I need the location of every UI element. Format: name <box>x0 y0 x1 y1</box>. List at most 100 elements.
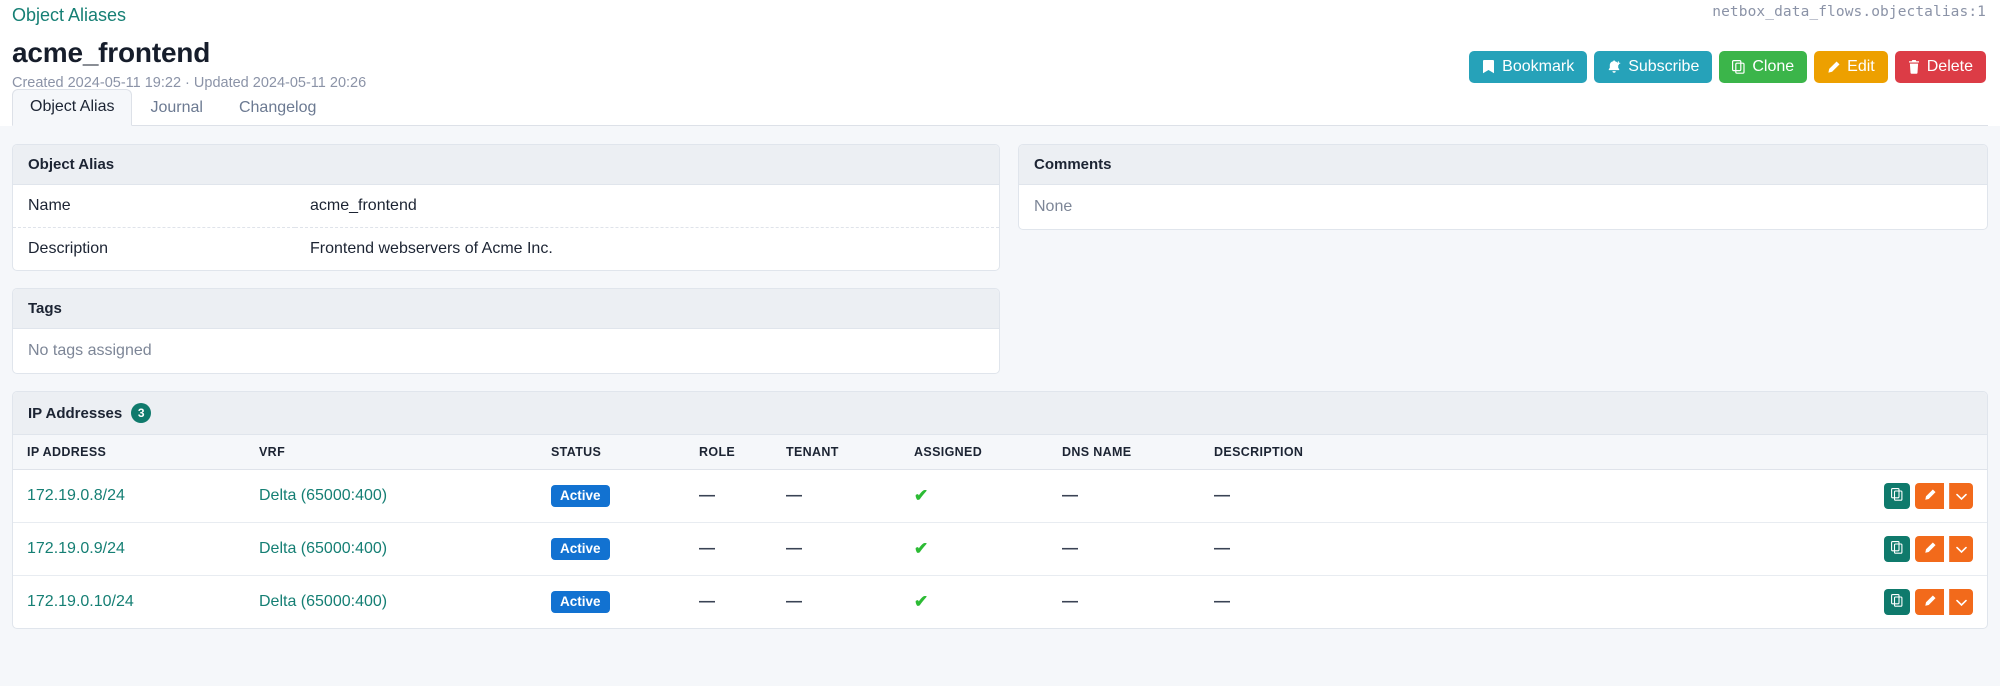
table-row: 172.19.0.8/24 Delta (65000:400) Active —… <box>13 469 1987 523</box>
bookmark-button-label: Bookmark <box>1502 58 1575 75</box>
column-header-actions <box>1530 435 1987 470</box>
field-label-description: Description <box>28 240 109 257</box>
description-value: — <box>1214 487 1230 504</box>
edit-row-button[interactable] <box>1915 536 1944 562</box>
dns-name-value: — <box>1062 487 1078 504</box>
dns-name-value: — <box>1062 593 1078 610</box>
bell-plus-icon <box>1607 60 1621 74</box>
pencil-icon <box>1827 61 1840 74</box>
chevron-down-icon <box>1956 489 1967 504</box>
subscribe-button-label: Subscribe <box>1628 58 1700 75</box>
object-reference-label: netbox_data_flows.objectalias:1 <box>1712 4 1986 20</box>
comments-empty-text: None <box>1034 198 1073 215</box>
role-value: — <box>699 540 715 557</box>
description-value: — <box>1214 540 1230 557</box>
top-cards-row: Object Alias Name acme_frontend Descript… <box>12 144 1988 391</box>
ip-addresses-card-title: IP Addresses <box>28 404 123 422</box>
status-badge: Active <box>551 484 610 508</box>
ip-address-link[interactable]: 172.19.0.8/24 <box>27 487 125 504</box>
row-actions <box>1530 576 1987 629</box>
comments-card-title: Comments <box>1034 156 1112 173</box>
row-actions <box>1530 522 1987 576</box>
clone-button[interactable]: Clone <box>1719 51 1808 83</box>
table-row: Name acme_frontend <box>13 185 999 228</box>
object-alias-card-header: Object Alias <box>13 145 999 185</box>
copy-row-button[interactable] <box>1884 536 1910 562</box>
column-header-dns-name[interactable]: DNS NAME <box>1048 435 1200 470</box>
main-content: Object Alias Name acme_frontend Descript… <box>0 126 2000 686</box>
chevron-down-icon <box>1956 542 1967 557</box>
chevron-down-icon <box>1956 595 1967 610</box>
trash-icon <box>1908 60 1920 74</box>
column-header-tenant[interactable]: TENANT <box>772 435 900 470</box>
row-actions-dropdown-button[interactable] <box>1949 589 1973 615</box>
tab-journal[interactable]: Journal <box>132 90 220 126</box>
role-value: — <box>699 487 715 504</box>
edit-row-button[interactable] <box>1915 589 1944 615</box>
column-header-description[interactable]: DESCRIPTION <box>1200 435 1530 470</box>
column-header-ip-address[interactable]: IP ADDRESS <box>13 435 245 470</box>
tags-card-header: Tags <box>13 289 999 329</box>
ip-addresses-table-body: 172.19.0.8/24 Delta (65000:400) Active —… <box>13 469 1987 629</box>
row-action-group <box>1884 483 1973 509</box>
column-header-status[interactable]: STATUS <box>537 435 685 470</box>
comments-card-header: Comments <box>1019 145 1987 185</box>
ip-addresses-table: IP ADDRESS VRF STATUS ROLE TENANT ASSIGN… <box>13 435 1987 628</box>
ip-addresses-card: IP Addresses 3 IP ADDRESS VRF STATUS ROL… <box>12 391 1988 629</box>
assigned-check-icon: ✔ <box>914 486 929 505</box>
delete-button-label: Delete <box>1926 58 1973 75</box>
table-row: Description Frontend webservers of Acme … <box>13 228 999 271</box>
tab-changelog[interactable]: Changelog <box>221 90 334 126</box>
edit-button[interactable]: Edit <box>1814 51 1888 83</box>
description-value: — <box>1214 593 1230 610</box>
ip-addresses-card-header: IP Addresses 3 <box>13 392 1987 435</box>
ip-addresses-count-badge: 3 <box>131 403 152 423</box>
subscribe-button[interactable]: Subscribe <box>1594 51 1713 83</box>
delete-button[interactable]: Delete <box>1894 51 1986 83</box>
row-actions-dropdown-button[interactable] <box>1949 536 1973 562</box>
row-action-group <box>1884 589 1973 615</box>
title-row: acme_frontend Created 2024-05-11 19:22 ·… <box>12 32 1988 91</box>
left-column: Object Alias Name acme_frontend Descript… <box>12 144 1000 391</box>
tenant-value: — <box>786 540 802 557</box>
edit-button-label: Edit <box>1847 58 1875 75</box>
copy-icon <box>1891 541 1903 557</box>
header-top: Object Aliases netbox_data_flows.objecta… <box>12 0 1988 32</box>
comments-card: Comments None <box>1018 144 1988 230</box>
copy-icon <box>1732 60 1745 74</box>
tenant-value: — <box>786 487 802 504</box>
tab-bar: Object Alias Journal Changelog <box>12 89 1988 126</box>
copy-row-button[interactable] <box>1884 483 1910 509</box>
column-header-assigned[interactable]: ASSIGNED <box>900 435 1048 470</box>
table-row: 172.19.0.9/24 Delta (65000:400) Active —… <box>13 522 1987 576</box>
vrf-link[interactable]: Delta (65000:400) <box>259 593 387 610</box>
ip-address-link[interactable]: 172.19.0.9/24 <box>27 540 125 557</box>
row-actions <box>1530 469 1987 523</box>
vrf-link[interactable]: Delta (65000:400) <box>259 487 387 504</box>
page-root: Object Aliases netbox_data_flows.objecta… <box>0 0 2000 688</box>
tags-card: Tags No tags assigned <box>12 288 1000 374</box>
edit-row-button[interactable] <box>1915 483 1944 509</box>
field-label-name: Name <box>13 185 295 228</box>
row-actions-dropdown-button[interactable] <box>1949 483 1973 509</box>
right-column: Comments None <box>1018 144 1988 247</box>
page-title: acme_frontend <box>12 37 211 68</box>
bookmark-button[interactable]: Bookmark <box>1469 51 1588 83</box>
pencil-icon <box>1924 594 1936 610</box>
object-alias-detail-table: Name acme_frontend Description Frontend … <box>13 185 999 270</box>
object-alias-card: Object Alias Name acme_frontend Descript… <box>12 144 1000 271</box>
table-row: 172.19.0.10/24 Delta (65000:400) Active … <box>13 576 1987 629</box>
status-badge: Active <box>551 537 610 561</box>
object-action-buttons: Bookmark Subscribe Clone Edit Delete <box>1469 51 1986 83</box>
ip-address-link[interactable]: 172.19.0.10/24 <box>27 593 134 610</box>
column-header-vrf[interactable]: VRF <box>245 435 537 470</box>
vrf-link[interactable]: Delta (65000:400) <box>259 540 387 557</box>
bookmark-icon <box>1482 60 1495 74</box>
column-header-role[interactable]: ROLE <box>685 435 772 470</box>
breadcrumb-object-aliases[interactable]: Object Aliases <box>12 5 126 26</box>
pencil-icon <box>1924 541 1936 557</box>
copy-row-button[interactable] <box>1884 589 1910 615</box>
status-badge: Active <box>551 590 610 614</box>
row-action-group <box>1884 536 1973 562</box>
tab-object-alias[interactable]: Object Alias <box>12 89 133 126</box>
